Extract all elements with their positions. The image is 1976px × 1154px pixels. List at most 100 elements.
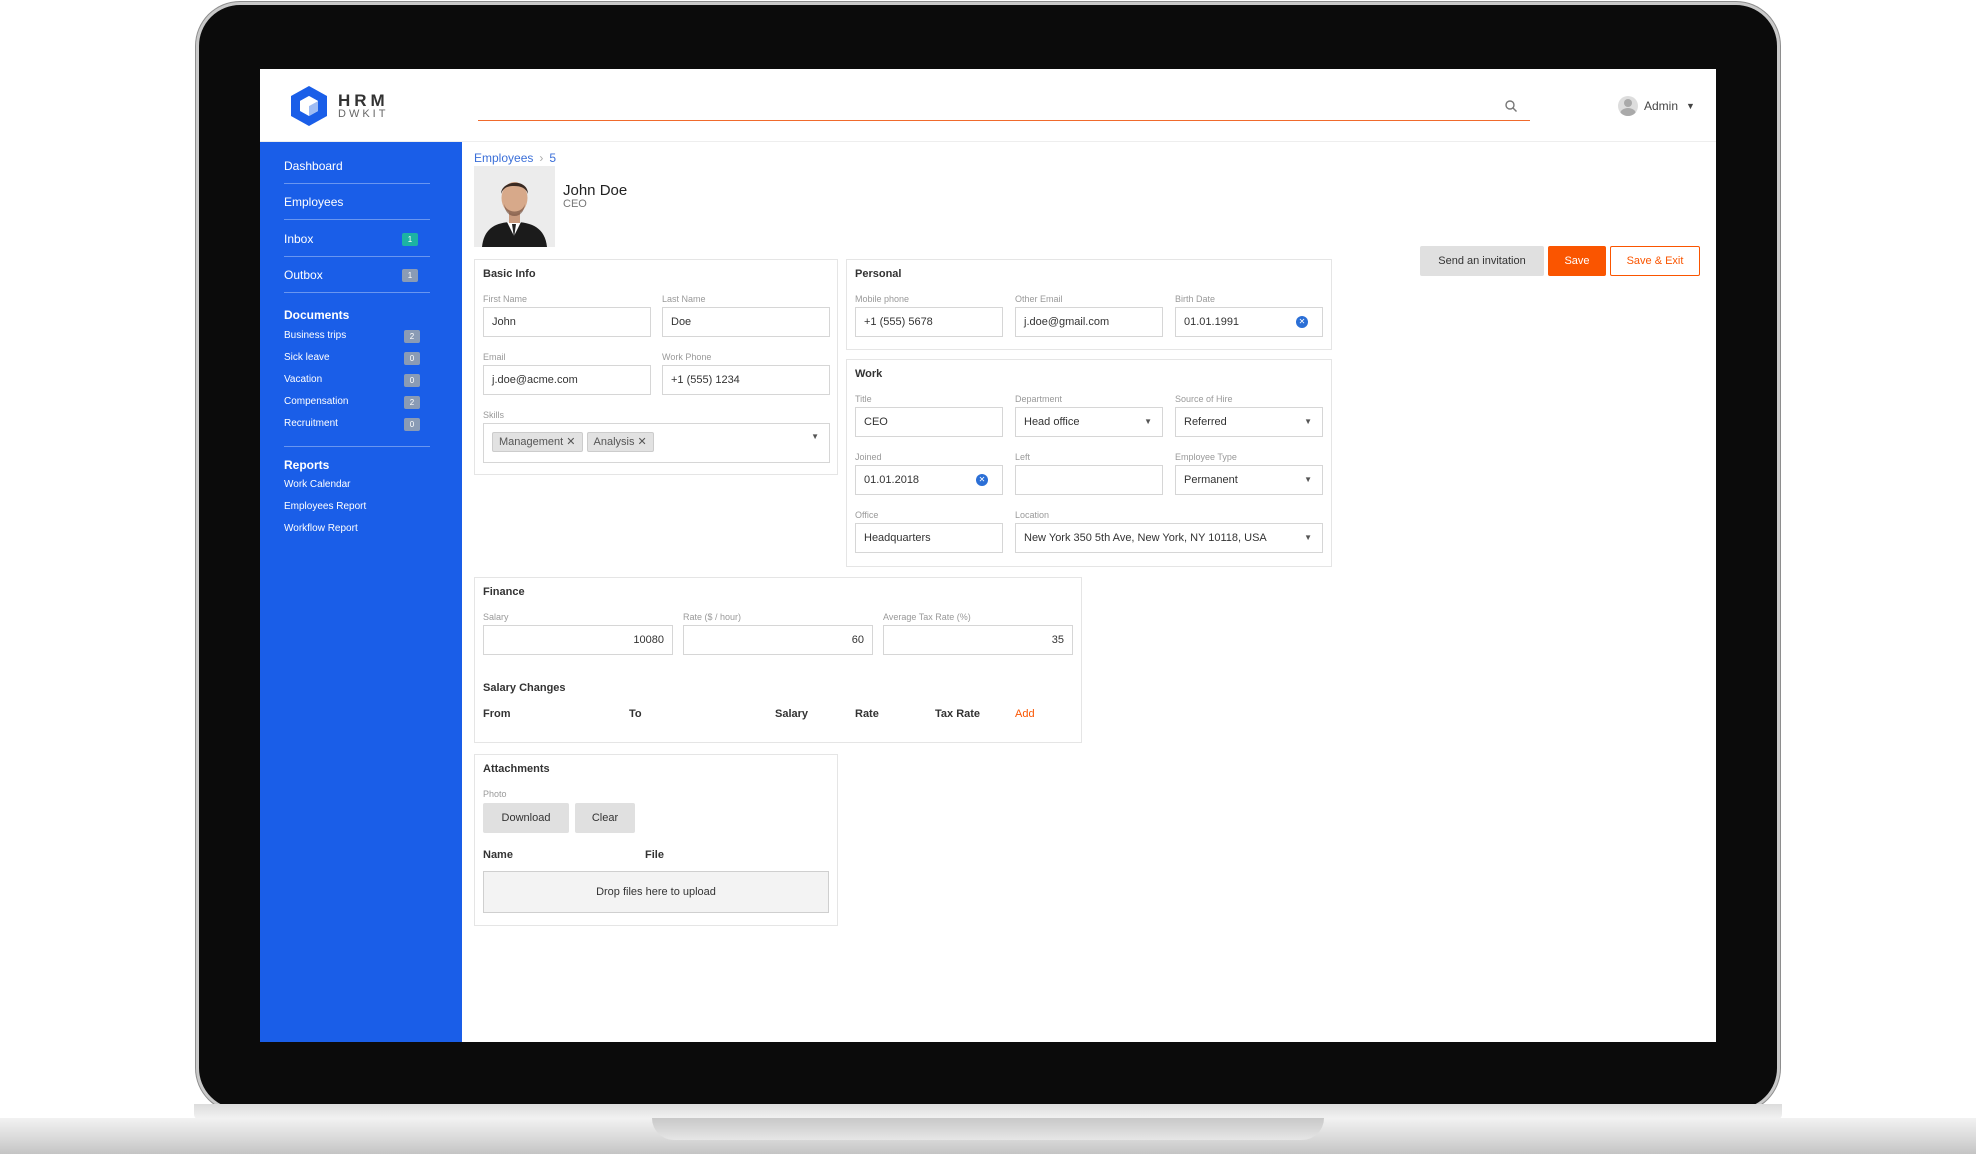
sidebar-sub-label: Business trips <box>284 330 347 341</box>
employee-type-value: Permanent <box>1184 474 1238 486</box>
skill-tag: Management ✕ <box>492 432 583 452</box>
chevron-right-icon: › <box>539 151 544 165</box>
birth-date-value: 01.01.1991 <box>1184 316 1240 328</box>
source-value: Referred <box>1184 416 1227 428</box>
skills-multiselect[interactable]: Management ✕ Analysis ✕ ▼ <box>483 423 830 463</box>
sidebar-item-label: Dashboard <box>284 159 343 173</box>
caret-down-icon: ▼ <box>1304 475 1312 484</box>
skill-tag-label: Management <box>499 436 564 448</box>
sidebar-item-business-trips[interactable]: Business trips 2 <box>284 326 420 346</box>
download-button[interactable]: Download <box>483 803 569 833</box>
rate-field[interactable]: 60 <box>683 625 873 655</box>
reports-title: Reports <box>284 458 330 472</box>
caret-down-icon[interactable]: ▼ <box>811 432 819 441</box>
department-select[interactable]: Head office ▼ <box>1015 407 1163 437</box>
rate-label: Rate ($ / hour) <box>683 612 742 622</box>
personal-panel: Personal Mobile phone +1 (555) 5678 Othe… <box>846 259 1332 350</box>
email-field[interactable]: j.doe@acme.com <box>483 365 651 395</box>
col-from: From <box>483 708 511 720</box>
sidebar-divider <box>284 446 430 447</box>
remove-tag-icon[interactable]: ✕ <box>566 436 575 448</box>
location-select[interactable]: New York 350 5th Ave, New York, NY 10118… <box>1015 523 1323 553</box>
left-label: Left <box>1015 452 1031 462</box>
person-photo-icon <box>474 166 555 247</box>
sidebar-item-sick-leave[interactable]: Sick leave 0 <box>284 348 420 368</box>
avatar <box>1618 96 1638 116</box>
laptop-notch <box>652 1118 1324 1140</box>
birth-date-label: Birth Date <box>1175 294 1216 304</box>
salary-label: Salary <box>483 612 509 622</box>
sidebar-item-employees[interactable]: Employees <box>284 184 430 220</box>
logo[interactable]: HRM DWKIT <box>290 85 389 127</box>
work-phone-field[interactable]: +1 (555) 1234 <box>662 365 830 395</box>
other-email-field[interactable]: j.doe@gmail.com <box>1015 307 1163 337</box>
count-badge: 0 <box>404 374 420 387</box>
logo-sub: DWKIT <box>338 108 389 120</box>
salary-changes-title: Salary Changes <box>483 682 566 694</box>
clear-button[interactable]: Clear <box>575 803 635 833</box>
mobile-field[interactable]: +1 (555) 5678 <box>855 307 1003 337</box>
save-button[interactable]: Save <box>1548 246 1606 276</box>
skill-tag: Analysis ✕ <box>586 432 654 452</box>
breadcrumb: Employees › 5 <box>474 151 556 165</box>
basic-info-title: Basic Info <box>483 268 536 280</box>
search-icon[interactable] <box>1504 99 1518 113</box>
sidebar-item-recruitment[interactable]: Recruitment 0 <box>284 414 420 434</box>
col-name: Name <box>483 849 513 861</box>
count-badge: 0 <box>404 352 420 365</box>
save-exit-button[interactable]: Save & Exit <box>1610 246 1700 276</box>
add-salary-change-link[interactable]: Add <box>1015 708 1035 720</box>
caret-down-icon: ▼ <box>1144 417 1152 426</box>
source-select[interactable]: Referred ▼ <box>1175 407 1323 437</box>
joined-label: Joined <box>855 452 882 462</box>
salary-field[interactable]: 10080 <box>483 625 673 655</box>
other-email-label: Other Email <box>1015 294 1063 304</box>
col-to: To <box>629 708 642 720</box>
birth-date-field[interactable]: 01.01.1991 ✕ <box>1175 307 1323 337</box>
email-label: Email <box>483 352 506 362</box>
breadcrumb-employees[interactable]: Employees <box>474 151 533 165</box>
search-input[interactable] <box>478 95 1478 119</box>
work-phone-label: Work Phone <box>662 352 712 362</box>
employee-type-select[interactable]: Permanent ▼ <box>1175 465 1323 495</box>
joined-field[interactable]: 01.01.2018 ✕ <box>855 465 1003 495</box>
caret-down-icon: ▼ <box>1304 417 1312 426</box>
sidebar-item-dashboard[interactable]: Dashboard <box>284 148 430 184</box>
sidebar-item-workflow-report[interactable]: Workflow Report <box>284 519 420 539</box>
sidebar-item-inbox[interactable]: Inbox 1 <box>284 221 430 257</box>
sidebar-item-work-calendar[interactable]: Work Calendar <box>284 475 420 495</box>
title-label: Title <box>855 394 872 404</box>
work-panel: Work Title CEO Department Head office ▼ S… <box>846 359 1332 567</box>
first-name-field[interactable]: John <box>483 307 651 337</box>
last-name-field[interactable]: Doe <box>662 307 830 337</box>
office-field[interactable]: Headquarters <box>855 523 1003 553</box>
source-label: Source of Hire <box>1175 394 1233 404</box>
user-menu[interactable]: Admin ▼ <box>1618 96 1695 116</box>
clear-icon[interactable]: ✕ <box>976 474 988 486</box>
clear-icon[interactable]: ✕ <box>1296 316 1308 328</box>
caret-down-icon: ▼ <box>1686 101 1695 111</box>
sidebar-item-compensation[interactable]: Compensation 2 <box>284 392 420 412</box>
sidebar-item-employees-report[interactable]: Employees Report <box>284 497 420 517</box>
file-drop-zone[interactable]: Drop files here to upload <box>483 871 829 913</box>
department-value: Head office <box>1024 416 1080 428</box>
personal-title: Personal <box>855 268 902 280</box>
location-label: Location <box>1015 510 1050 520</box>
documents-title: Documents <box>284 308 350 322</box>
tax-label: Average Tax Rate (%) <box>883 612 971 622</box>
attachments-panel: Attachments Photo Download Clear Name Fi… <box>474 754 838 926</box>
breadcrumb-current[interactable]: 5 <box>549 151 556 165</box>
sidebar-item-outbox[interactable]: Outbox 1 <box>284 257 430 293</box>
left-field[interactable] <box>1015 465 1163 495</box>
app-screen: HRM DWKIT Admin ▼ Dashboard Employees In… <box>260 69 1716 1042</box>
employee-type-label: Employee Type <box>1175 452 1237 462</box>
sidebar-item-label: Employees <box>284 195 344 209</box>
sidebar-sub-label: Recruitment <box>284 418 338 429</box>
sidebar-item-vacation[interactable]: Vacation 0 <box>284 370 420 390</box>
title-field[interactable]: CEO <box>855 407 1003 437</box>
remove-tag-icon[interactable]: ✕ <box>638 436 647 448</box>
send-invitation-button[interactable]: Send an invitation <box>1420 246 1544 276</box>
col-salary: Salary <box>775 708 809 720</box>
attachments-title: Attachments <box>483 763 550 775</box>
tax-field[interactable]: 35 <box>883 625 1073 655</box>
